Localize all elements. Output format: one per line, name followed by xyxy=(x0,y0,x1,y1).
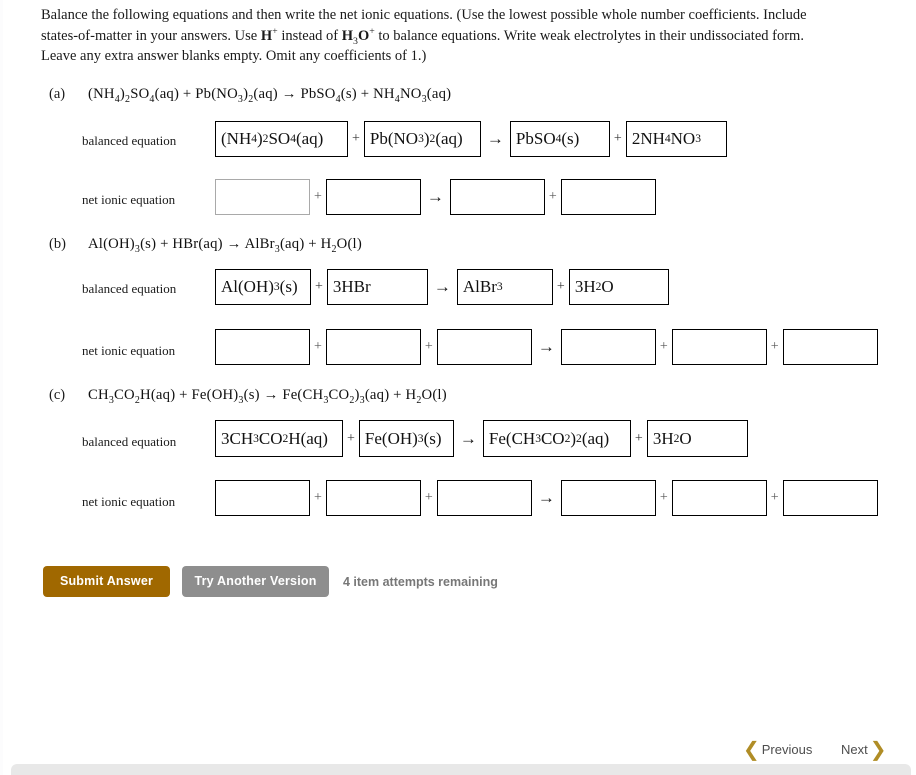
balanced-a-reactant-2[interactable]: Pb(NO 3) 2 (aq) xyxy=(363,121,481,157)
problem-c-netionic-label: net ionic equation xyxy=(82,494,176,509)
plus-operator: + xyxy=(314,339,322,354)
plus-operator: + xyxy=(315,279,323,294)
plus-operator: + xyxy=(548,189,557,204)
plus-operator: + xyxy=(556,279,565,294)
balanced-b-reactant-1[interactable]: Al(OH) 3 (s) xyxy=(215,269,311,305)
chevron-left-icon: ❮ xyxy=(743,737,760,761)
netionic-c-reactant-3[interactable] xyxy=(436,480,532,516)
problem-c-netionic-row: + + → + + xyxy=(215,480,878,516)
plus-operator: + xyxy=(634,430,643,446)
instructions-line-1: Balance the following equations and then… xyxy=(41,7,807,23)
footer-strip xyxy=(11,764,911,775)
problem-a-marker: (a) xyxy=(49,86,66,102)
problem-b-balanced-label: balanced equation xyxy=(82,281,177,296)
plus-operator: + xyxy=(424,490,433,505)
arrow-operator: → xyxy=(537,488,555,507)
arrow-operator: → xyxy=(433,277,451,296)
balanced-c-product-2[interactable]: 3H 2 O xyxy=(646,420,748,457)
instructions-line-2c: to balance equations. Write weak electro… xyxy=(374,27,804,44)
plus-operator: + xyxy=(424,339,433,354)
item-attempts-remaining: 4 item attempts remaining xyxy=(343,575,498,589)
netionic-b-product-3[interactable] xyxy=(782,329,878,365)
plus-operator: + xyxy=(659,490,668,505)
plus-operator: + xyxy=(613,131,622,146)
netionic-a-reactant-1[interactable] xyxy=(215,179,310,215)
problem-b-netionic-label: net ionic equation xyxy=(82,343,176,358)
problem-a-netionic-row: + → + xyxy=(215,179,656,215)
next-label: Next xyxy=(841,741,868,757)
problem-c-balanced-label: balanced equation xyxy=(82,434,177,449)
netionic-b-product-2[interactable] xyxy=(671,329,767,365)
netionic-c-product-1[interactable] xyxy=(560,480,656,516)
previous-label: Previous xyxy=(761,741,813,757)
netionic-b-reactant-1[interactable] xyxy=(215,329,310,365)
h-plus-symbol: H+ xyxy=(260,25,278,44)
instructions-line-2a: states-of-matter in your answers. Use xyxy=(41,27,261,44)
arrow-operator: → xyxy=(426,187,444,206)
next-link[interactable]: Next ❯ xyxy=(839,739,887,759)
problem-c-balanced-row: 3CH 3 CO 2 H(aq) + Fe(OH) 3 (s) → Fe(CH 3 CO 2) 2(… xyxy=(215,420,748,457)
problem-a-balanced-row: (NH 4) 2 SO 4 (aq) + Pb(NO 3) 2 (aq) → PbSO 4 (s) … xyxy=(215,121,727,157)
instructions-paragraph: Balance the following equations and then… xyxy=(41,5,861,67)
arrow-operator: → xyxy=(537,337,555,356)
netionic-b-product-1[interactable] xyxy=(560,329,656,365)
problem-c-equation: CH3CO2H(aq) + Fe(OH)3(s) → Fe(CH3CO2)3(a… xyxy=(88,387,447,406)
plus-operator: + xyxy=(659,339,668,354)
arrow-operator: → xyxy=(486,129,504,148)
chevron-right-icon: ❯ xyxy=(869,737,887,761)
problem-b-balanced-row: Al(OH) 3 (s) + 3HBr → AlBr 3 + 3H 2 O xyxy=(215,269,669,305)
instructions-line-2b: instead of xyxy=(277,27,342,44)
plus-operator: + xyxy=(352,131,360,146)
netionic-b-reactant-2[interactable] xyxy=(325,329,421,365)
netionic-c-reactant-2[interactable] xyxy=(325,480,421,516)
netionic-b-reactant-3[interactable] xyxy=(436,329,532,365)
balanced-c-reactant-1[interactable]: 3CH 3 CO 2 H(aq) xyxy=(215,420,343,457)
netionic-a-product-2[interactable] xyxy=(560,179,656,215)
h3o-plus-symbol: H3O+ xyxy=(341,25,375,47)
arrow-operator: → xyxy=(459,428,477,448)
problem-b-equation: Al(OH)3(s) + HBr(aq) → AlBr3(aq) + H2O(l… xyxy=(88,236,362,255)
plus-operator: + xyxy=(314,490,322,505)
netionic-a-product-1[interactable] xyxy=(449,179,545,215)
balanced-a-reactant-1[interactable]: (NH 4) 2 SO 4 (aq) xyxy=(215,121,348,157)
worksheet-page: Balance the following equations and then… xyxy=(0,0,916,775)
balanced-c-reactant-2[interactable]: Fe(OH) 3 (s) xyxy=(358,420,454,457)
problem-c-marker: (c) xyxy=(49,387,66,403)
problem-b-netionic-row: + + → + + xyxy=(215,329,878,365)
balanced-b-reactant-2[interactable]: 3HBr xyxy=(326,269,428,305)
plus-operator: + xyxy=(347,430,355,446)
netionic-c-product-3[interactable] xyxy=(782,480,878,516)
balanced-a-product-2[interactable]: 2NH 4 NO 3 xyxy=(625,121,727,157)
balanced-b-product-2[interactable]: 3H 2 O xyxy=(568,269,669,305)
problem-b-marker: (b) xyxy=(49,236,66,252)
problem-a-equation: (NH4)2SO4(aq) + Pb(NO3)2(aq) → PbSO4(s) … xyxy=(88,86,452,105)
plus-operator: + xyxy=(770,339,779,354)
submit-answer-button[interactable]: Submit Answer xyxy=(43,566,170,597)
balanced-a-product-1[interactable]: PbSO 4 (s) xyxy=(509,121,610,157)
problem-a-netionic-label: net ionic equation xyxy=(82,192,176,207)
plus-operator: + xyxy=(314,189,322,204)
balanced-c-product-1[interactable]: Fe(CH 3 CO 2) 2 (aq) xyxy=(482,420,631,457)
netionic-a-reactant-2[interactable] xyxy=(325,179,421,215)
balanced-b-product-1[interactable]: AlBr 3 xyxy=(456,269,553,305)
instructions-line-3: Leave any extra answer blanks empty. Omi… xyxy=(41,48,427,64)
netionic-c-product-2[interactable] xyxy=(671,480,767,516)
problem-a-balanced-label: balanced equation xyxy=(82,133,177,148)
plus-operator: + xyxy=(770,490,779,505)
try-another-version-button[interactable]: Try Another Version xyxy=(182,566,329,597)
netionic-c-reactant-1[interactable] xyxy=(215,480,310,516)
previous-link[interactable]: ❮ Previous xyxy=(743,739,814,759)
